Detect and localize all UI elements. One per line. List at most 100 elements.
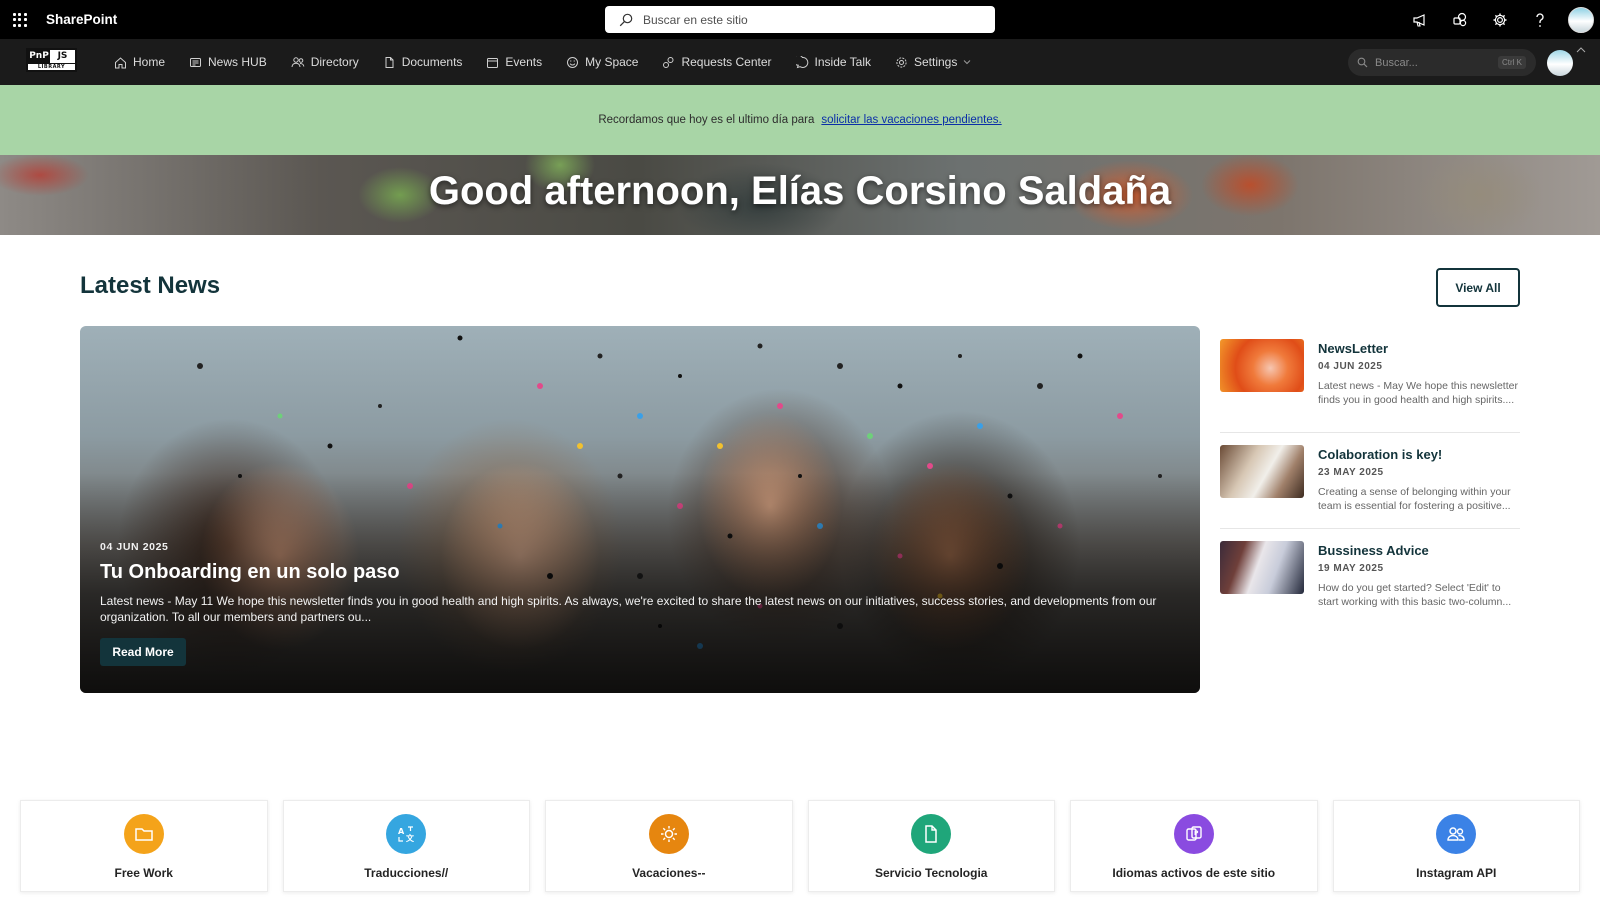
nav-item-documents[interactable]: Documents bbox=[383, 39, 463, 85]
quick-links: Free Work A文 Traducciones// Vacaciones--… bbox=[20, 800, 1580, 892]
nav-item-label: Documents bbox=[401, 55, 463, 69]
news-list-item[interactable]: NewsLetter 04 JUN 2025 Latest news - May… bbox=[1220, 337, 1520, 433]
news-thumbnail[interactable] bbox=[1220, 445, 1304, 498]
gear-icon bbox=[896, 56, 907, 68]
nav-item-label: My Space bbox=[585, 55, 639, 69]
chevron-down-icon bbox=[964, 60, 971, 65]
news-description: Creating a sense of belonging within you… bbox=[1318, 486, 1511, 512]
nav-item-news-hub[interactable]: News HUB bbox=[189, 39, 267, 85]
quick-link-idiomas[interactable]: P Idiomas activos de este sitio bbox=[1070, 800, 1318, 892]
requests-icon bbox=[663, 56, 674, 68]
nav-item-label: Settings bbox=[914, 55, 958, 69]
nav-item-my-space[interactable]: My Space bbox=[566, 39, 638, 85]
nav-item-label: Requests Center bbox=[681, 55, 772, 69]
quick-link-vacaciones[interactable]: Vacaciones-- bbox=[545, 800, 793, 892]
quick-link-label: Traducciones// bbox=[364, 866, 449, 880]
quick-link-icon-circle bbox=[123, 814, 164, 854]
help-icon bbox=[1536, 12, 1544, 27]
nav-item-label: News HUB bbox=[208, 55, 267, 69]
nav-item-directory[interactable]: Directory bbox=[291, 39, 359, 85]
app-launcher-button[interactable] bbox=[0, 0, 39, 39]
nav-search-input[interactable] bbox=[1375, 56, 1485, 69]
quick-link-label: Instagram API bbox=[1416, 866, 1497, 880]
quick-link-label: Idiomas activos de este sitio bbox=[1112, 866, 1276, 880]
news-list-item[interactable]: Bussiness Advice 19 MAY 2025 How do you … bbox=[1220, 529, 1520, 625]
quick-link-label: Servicio Tecnologia bbox=[875, 866, 988, 880]
settings-button[interactable] bbox=[1480, 0, 1520, 39]
collapse-header-icon[interactable] bbox=[1576, 46, 1586, 54]
search-icon bbox=[1357, 57, 1368, 68]
svg-text:文: 文 bbox=[406, 833, 415, 843]
logo-pnp-text: PnP bbox=[28, 50, 50, 63]
news-thumbnail[interactable] bbox=[1220, 339, 1304, 392]
home-icon bbox=[115, 56, 126, 68]
feedback-button[interactable] bbox=[1400, 0, 1440, 39]
quick-link-free-work[interactable]: Free Work bbox=[20, 800, 268, 892]
quick-link-icon-circle bbox=[648, 814, 689, 854]
news-description: How do you get started? Select 'Edit' to… bbox=[1318, 582, 1512, 608]
site-search-input[interactable] bbox=[643, 12, 963, 27]
people-icon bbox=[1447, 827, 1465, 841]
smile-icon bbox=[567, 56, 579, 68]
nav-item-settings[interactable]: Settings bbox=[895, 39, 971, 85]
logo-library-text: LIBRARY bbox=[28, 63, 75, 71]
nav-search-box[interactable]: Ctrl K bbox=[1348, 49, 1536, 76]
announcement-bar: Recordamos que hoy es el ultimo día para… bbox=[0, 85, 1600, 155]
svg-text:P: P bbox=[1194, 830, 1199, 837]
logo-js-text: JS bbox=[57, 51, 68, 61]
view-all-button[interactable]: View All bbox=[1436, 268, 1520, 307]
nav-menu: Home News HUB Directory Documents Events… bbox=[114, 39, 995, 85]
news-title[interactable]: Colaboration is key! bbox=[1318, 447, 1522, 462]
quick-link-instagram-api[interactable]: Instagram API bbox=[1332, 800, 1580, 892]
nav-user-avatar[interactable] bbox=[1547, 50, 1573, 76]
help-button[interactable] bbox=[1520, 0, 1560, 39]
nav-item-events[interactable]: Events bbox=[486, 39, 542, 85]
translate-icon: A文 bbox=[398, 826, 415, 843]
read-more-button[interactable]: Read More bbox=[100, 638, 186, 666]
user-avatar[interactable] bbox=[1568, 6, 1594, 33]
news-date: 04 JUN 2025 bbox=[1318, 361, 1383, 372]
greeting-text: Good afternoon, Elías Corsino Saldaña bbox=[428, 169, 1172, 213]
nav-item-label: Home bbox=[133, 55, 166, 69]
news-title[interactable]: NewsLetter bbox=[1318, 341, 1522, 356]
gear-icon bbox=[1493, 13, 1507, 26]
people-icon bbox=[291, 56, 305, 67]
news-list: NewsLetter 04 JUN 2025 Latest news - May… bbox=[1220, 337, 1520, 625]
news-date: 19 MAY 2025 bbox=[1318, 563, 1384, 574]
featured-news-date: 04 JUN 2025 bbox=[100, 541, 169, 553]
sharepoint-app-button[interactable] bbox=[1440, 0, 1480, 39]
featured-news-title[interactable]: Tu Onboarding en un solo paso bbox=[100, 561, 400, 584]
nav-item-inside-talk[interactable]: Inside Talk bbox=[795, 39, 871, 85]
document-icon bbox=[925, 825, 937, 843]
featured-news-description: Latest news - May 11 We hope this newsle… bbox=[100, 594, 1157, 624]
quick-link-icon-circle: P bbox=[1173, 814, 1214, 854]
quick-link-label: Vacaciones-- bbox=[632, 866, 706, 880]
quick-link-servicio-tecnologia[interactable]: Servicio Tecnologia bbox=[807, 800, 1055, 892]
nav-item-label: Directory bbox=[310, 55, 359, 69]
waffle-icon bbox=[12, 12, 27, 27]
quick-link-traducciones[interactable]: A文 Traducciones// bbox=[282, 800, 530, 892]
news-date: 23 MAY 2025 bbox=[1318, 467, 1384, 478]
nav-item-requests-center[interactable]: Requests Center bbox=[662, 39, 772, 85]
greeting-banner: Good afternoon, Elías Corsino Saldaña bbox=[0, 155, 1600, 235]
quick-link-label: Free Work bbox=[114, 866, 173, 880]
documents-icon bbox=[385, 56, 394, 68]
featured-news-card[interactable]: 04 JUN 2025 Tu Onboarding en un solo pas… bbox=[80, 326, 1200, 693]
site-logo[interactable]: PnP JS LIBRARY bbox=[26, 48, 77, 72]
site-search-box[interactable] bbox=[605, 6, 995, 33]
announcement-link[interactable]: solicitar las vacaciones pendientes. bbox=[821, 114, 1001, 126]
quick-link-icon-circle: A文 bbox=[386, 814, 427, 854]
suite-actions bbox=[1400, 0, 1600, 39]
app-name[interactable]: SharePoint bbox=[46, 12, 117, 27]
news-list-item[interactable]: Colaboration is key! 23 MAY 2025 Creatin… bbox=[1220, 433, 1520, 529]
calendar-icon bbox=[487, 57, 499, 68]
nav-item-home[interactable]: Home bbox=[114, 39, 165, 85]
search-shortcut-hint: Ctrl K bbox=[1498, 56, 1526, 69]
news-thumbnail[interactable] bbox=[1220, 541, 1304, 594]
site-navigation: PnP JS LIBRARY Home News HUB Directory D… bbox=[0, 39, 1600, 85]
sharepoint-icon bbox=[1453, 12, 1467, 26]
news-title[interactable]: Bussiness Advice bbox=[1318, 543, 1522, 558]
language-icon: P bbox=[1186, 826, 1202, 841]
megaphone-icon bbox=[1413, 13, 1425, 27]
quick-link-icon-circle bbox=[1436, 814, 1477, 854]
